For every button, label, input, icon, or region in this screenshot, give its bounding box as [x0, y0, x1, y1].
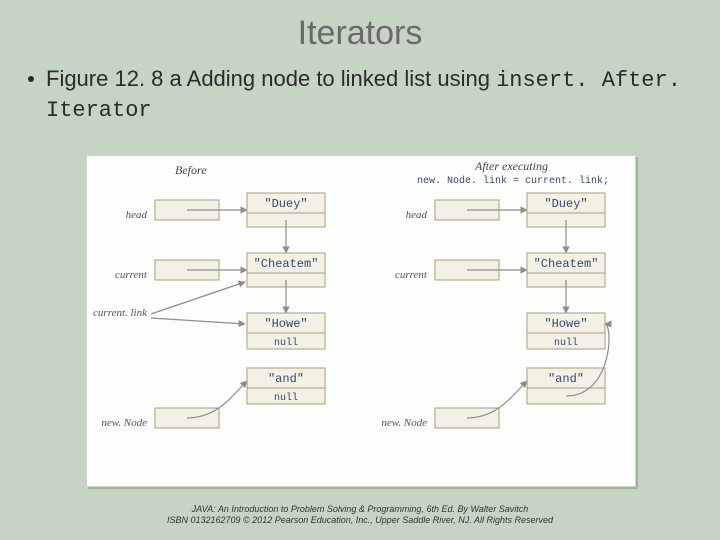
slide-title: Iterators	[0, 0, 720, 53]
val-duey-left: "Duey"	[264, 197, 307, 211]
val-and-left: "and"	[268, 372, 304, 386]
val-cheatem-right: "Cheatem"	[534, 257, 599, 271]
after-header: After executing	[474, 159, 548, 173]
val-null2-left: null	[274, 392, 298, 404]
val-howe-left: "Howe"	[264, 317, 307, 331]
credit-line2: ISBN 0132162709 © 2012 Pearson Education…	[0, 515, 720, 526]
label-head-left: head	[126, 209, 148, 221]
label-currentlink-left: current. link	[93, 307, 148, 319]
slide: Iterators Figure 12. 8 a Adding node to …	[0, 0, 720, 540]
bullet-prefix: Figure 12. 8 a Adding node to linked lis…	[46, 66, 496, 91]
val-null1-left: null	[274, 337, 298, 349]
credit: JAVA: An Introduction to Problem Solving…	[0, 504, 720, 527]
figure-panel: Before head "Duey" current "Cheatem" cur…	[86, 155, 636, 487]
label-head-right: head	[406, 209, 428, 221]
credit-line1: JAVA: An Introduction to Problem Solving…	[0, 504, 720, 515]
label-current-right: current	[395, 269, 428, 281]
diagram-svg: Before head "Duey" current "Cheatem" cur…	[87, 156, 635, 486]
arrow-cl-to-howe-left	[151, 318, 245, 324]
val-null1-right: null	[554, 337, 578, 349]
val-and-right: "and"	[548, 372, 584, 386]
label-current-left: current	[115, 269, 148, 281]
label-newnode-right: new. Node	[381, 417, 427, 429]
bullet: Figure 12. 8 a Adding node to linked lis…	[28, 65, 692, 124]
val-howe-right: "Howe"	[544, 317, 587, 331]
label-newnode-left: new. Node	[101, 417, 147, 429]
before-header: Before	[175, 163, 207, 177]
val-cheatem-left: "Cheatem"	[254, 257, 319, 271]
bullet-text: Figure 12. 8 a Adding node to linked lis…	[46, 65, 692, 124]
arrow-cl-to-linkbox-left	[151, 282, 245, 314]
after-code: new. Node. link = current. link;	[417, 175, 609, 187]
val-duey-right: "Duey"	[544, 197, 587, 211]
bullet-dot-icon	[28, 76, 34, 82]
